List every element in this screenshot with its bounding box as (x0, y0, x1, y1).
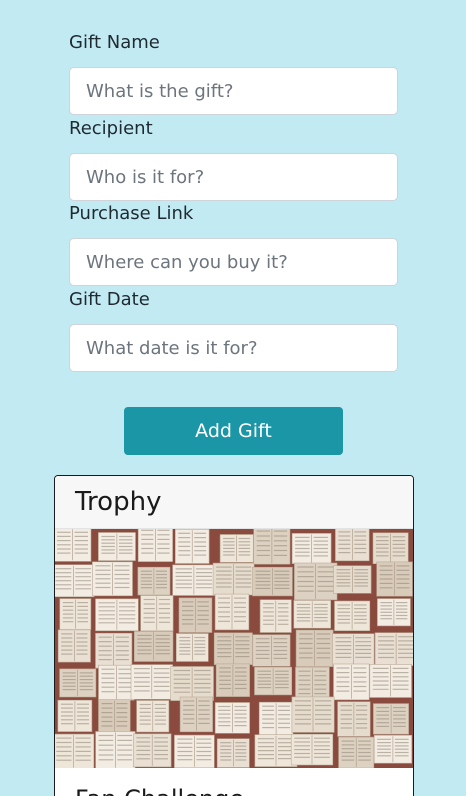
gift-date-label: Gift Date (69, 289, 150, 310)
gift-date-group: Gift Date (69, 287, 398, 372)
gift-tracker-page: Gift Name Recipient Purchase Link Gift D… (0, 0, 466, 796)
gift-card-header: Trophy (55, 476, 413, 529)
gift-name-input[interactable] (69, 67, 398, 115)
gift-name-group: Gift Name (69, 30, 398, 115)
gift-card-title: Trophy (75, 487, 162, 517)
recipient-label: Recipient (69, 118, 153, 139)
purchase-link-label: Purchase Link (69, 203, 194, 224)
gift-card-body: Fan Challenge (55, 768, 413, 796)
recipient-group: Recipient (69, 116, 398, 201)
gift-card-subtitle: Fan Challenge (75, 784, 393, 796)
open-books-collage-image (55, 529, 413, 768)
gift-name-label: Gift Name (69, 32, 160, 53)
add-gift-button[interactable]: Add Gift (124, 407, 343, 455)
recipient-input[interactable] (69, 153, 398, 201)
purchase-link-group: Purchase Link (69, 201, 398, 286)
gift-date-input[interactable] (69, 324, 398, 372)
purchase-link-input[interactable] (69, 238, 398, 286)
add-gift-form: Gift Name Recipient Purchase Link Gift D… (69, 30, 398, 372)
gift-card: Trophy Fan Challenge (54, 475, 414, 796)
